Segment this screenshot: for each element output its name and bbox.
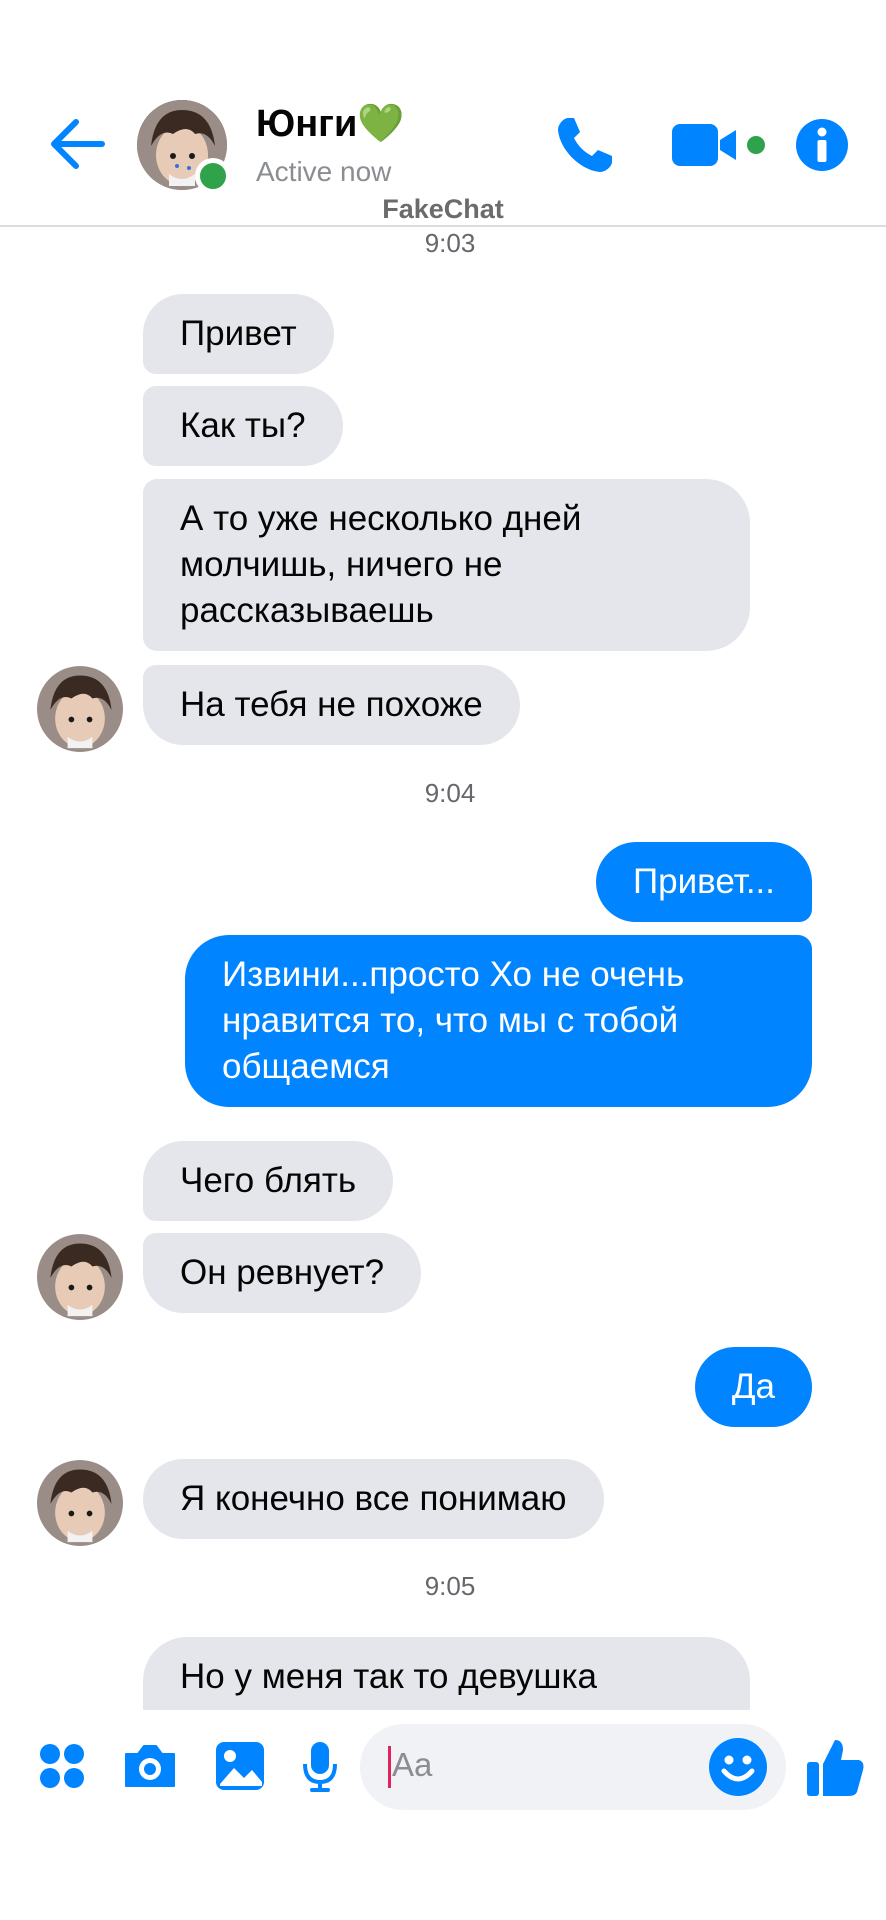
outgoing-message-bubble[interactable]: Да (694, 1347, 812, 1427)
timestamp: 9:05 (424, 1571, 476, 1601)
outgoing-message-bubble[interactable]: Привет... (596, 842, 812, 922)
microphone-icon[interactable] (302, 1740, 338, 1794)
text-cursor (388, 1746, 391, 1788)
info-icon[interactable] (795, 118, 849, 172)
sender-avatar[interactable] (37, 1234, 123, 1320)
contact-status: Active now (256, 156, 392, 187)
contact-name[interactable]: Юнги💚 (256, 102, 405, 146)
sender-avatar[interactable] (37, 666, 123, 752)
timestamp: 9:03 (424, 228, 476, 258)
timestamp: 9:04 (424, 778, 476, 808)
apps-icon[interactable] (38, 1742, 86, 1790)
outgoing-message-bubble[interactable]: Извини...просто Хо не очень нравится то,… (185, 935, 812, 1107)
incoming-message-bubble[interactable]: А то уже несколько дней молчишь, ничего … (143, 479, 750, 651)
camera-icon[interactable] (122, 1742, 178, 1790)
incoming-message-bubble[interactable]: Он ревнует? (143, 1233, 422, 1313)
chat-header: Юнги💚 Active now (0, 0, 886, 227)
incoming-message-bubble[interactable]: Чего блять (143, 1141, 394, 1221)
contact-avatar[interactable] (137, 100, 231, 194)
emoji-icon[interactable] (708, 1737, 768, 1797)
image-icon[interactable] (214, 1740, 266, 1792)
incoming-message-bubble[interactable]: Я конечно все понимаю (143, 1459, 604, 1539)
incoming-message-bubble[interactable]: Привет (143, 294, 334, 374)
incoming-message-bubble[interactable]: Как ты? (143, 386, 343, 466)
message-input-placeholder: Aa (392, 1746, 433, 1783)
online-indicator (195, 158, 231, 194)
incoming-message-bubble[interactable]: На тебя не похоже (143, 665, 520, 745)
phone-icon[interactable] (554, 114, 616, 176)
thumbs-up-icon[interactable] (805, 1736, 865, 1798)
watermark: FakeChat (382, 194, 504, 224)
sender-avatar[interactable] (37, 1460, 123, 1546)
video-camera-icon[interactable] (670, 120, 770, 170)
back-arrow-icon[interactable] (48, 118, 106, 170)
